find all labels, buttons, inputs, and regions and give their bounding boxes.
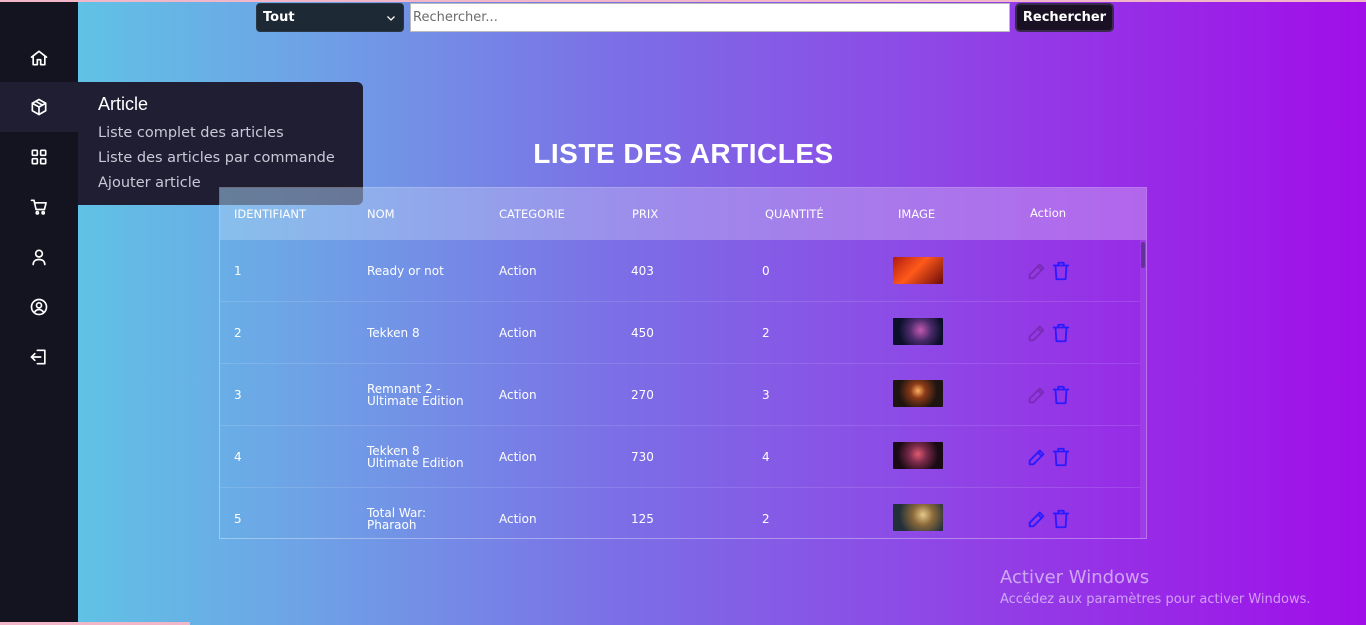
header-id: IDENTIFIANT <box>234 207 307 221</box>
sidebar-item-logout[interactable] <box>0 332 78 382</box>
box-icon <box>31 98 47 116</box>
table-row: 5 Total War: Pharaoh Action 125 2 <box>220 488 1140 538</box>
cell-name-line2: Ultimate Edition <box>367 394 464 408</box>
cell-name-line2: Pharaoh <box>367 518 417 532</box>
sidebar <box>0 2 78 625</box>
cell-price: 270 <box>631 388 654 402</box>
cell-quantity: 0 <box>762 264 770 278</box>
sidebar-item-profile[interactable] <box>0 282 78 332</box>
edit-icon[interactable] <box>1026 384 1048 406</box>
chevron-down-icon <box>387 15 395 21</box>
cell-category: Action <box>499 264 537 278</box>
category-select-value: Tout <box>263 10 295 25</box>
cell-price: 403 <box>631 264 654 278</box>
sidebar-item-dashboard[interactable] <box>0 132 78 182</box>
row-actions <box>1026 260 1072 282</box>
trash-icon[interactable] <box>1050 322 1072 344</box>
header-price: PRIX <box>632 207 659 221</box>
game-thumbnail <box>893 257 943 284</box>
header-quantity: QUANTITÉ <box>765 207 824 221</box>
trash-icon[interactable] <box>1050 260 1072 282</box>
flyout-title: Article <box>98 94 149 114</box>
cell-id: 2 <box>234 326 242 340</box>
table-row: 4 Tekken 8 Ultimate Edition Action 730 4 <box>220 426 1140 488</box>
trash-icon[interactable] <box>1050 508 1072 530</box>
header-image: IMAGE <box>898 207 936 221</box>
cell-quantity: 2 <box>762 512 770 526</box>
game-thumbnail <box>893 504 943 531</box>
row-actions <box>1026 446 1072 468</box>
cell-category: Action <box>499 326 537 340</box>
table-row: 1 Ready or not Action 403 0 <box>220 240 1140 302</box>
user-icon <box>32 249 46 266</box>
cell-name-line2: Ultimate Edition <box>367 456 464 470</box>
cell-price: 450 <box>631 326 654 340</box>
edit-icon[interactable] <box>1026 260 1048 282</box>
header-name: NOM <box>367 207 395 221</box>
table-scrollbar[interactable] <box>1140 240 1146 538</box>
home-icon <box>30 50 48 66</box>
category-select[interactable]: Tout <box>256 3 404 32</box>
table-body: 1 Ready or not Action 403 0 2 Tekken 8 A… <box>220 240 1140 538</box>
cart-icon <box>30 199 47 215</box>
trash-icon[interactable] <box>1050 446 1072 468</box>
cell-quantity: 4 <box>762 450 770 464</box>
cell-id: 3 <box>234 388 242 402</box>
cell-price: 125 <box>631 512 654 526</box>
header-action: Action <box>1030 206 1067 220</box>
search-input[interactable] <box>410 3 1010 32</box>
grid-icon <box>31 149 47 165</box>
game-thumbnail <box>893 442 943 469</box>
edit-icon[interactable] <box>1026 446 1048 468</box>
windows-activation-title: Activer Windows <box>1000 567 1150 588</box>
edit-icon[interactable] <box>1026 322 1048 344</box>
trash-icon[interactable] <box>1050 384 1072 406</box>
cell-category: Action <box>499 388 537 402</box>
row-actions <box>1026 508 1072 530</box>
cell-quantity: 2 <box>762 326 770 340</box>
page-title: LISTE DES ARTICLES <box>533 138 834 169</box>
cell-id: 5 <box>234 512 242 526</box>
cell-category: Action <box>499 512 537 526</box>
top-border <box>0 0 1366 2</box>
sidebar-item-cart[interactable] <box>0 182 78 232</box>
cell-id: 4 <box>234 450 242 464</box>
cell-id: 1 <box>234 264 242 278</box>
header-category: CATEGORIE <box>499 207 565 221</box>
sidebar-item-article[interactable] <box>0 82 78 132</box>
sidebar-item-user[interactable] <box>0 232 78 282</box>
cell-price: 730 <box>631 450 654 464</box>
logout-icon <box>30 349 46 365</box>
user-circle-icon <box>30 298 48 316</box>
articles-table: IDENTIFIANT NOM CATEGORIE PRIX QUANTITÉ … <box>219 187 1147 539</box>
table-row: 2 Tekken 8 Action 450 2 <box>220 302 1140 364</box>
cell-quantity: 3 <box>762 388 770 402</box>
search-button[interactable]: Rechercher <box>1015 3 1114 32</box>
windows-activation-subtitle: Accédez aux paramètres pour activer Wind… <box>1000 592 1311 607</box>
sidebar-item-home[interactable] <box>0 33 78 83</box>
cell-name: Tekken 8 <box>367 326 420 340</box>
cell-category: Action <box>499 450 537 464</box>
table-row: 3 Remnant 2 - Ultimate Edition Action 27… <box>220 364 1140 426</box>
table-scroll-thumb[interactable] <box>1141 242 1145 268</box>
row-actions <box>1026 322 1072 344</box>
game-thumbnail <box>893 380 943 407</box>
cell-name: Ready or not <box>367 264 444 278</box>
edit-icon[interactable] <box>1026 508 1048 530</box>
row-actions <box>1026 384 1072 406</box>
game-thumbnail <box>893 318 943 345</box>
table-header: IDENTIFIANT NOM CATEGORIE PRIX QUANTITÉ … <box>220 188 1146 240</box>
